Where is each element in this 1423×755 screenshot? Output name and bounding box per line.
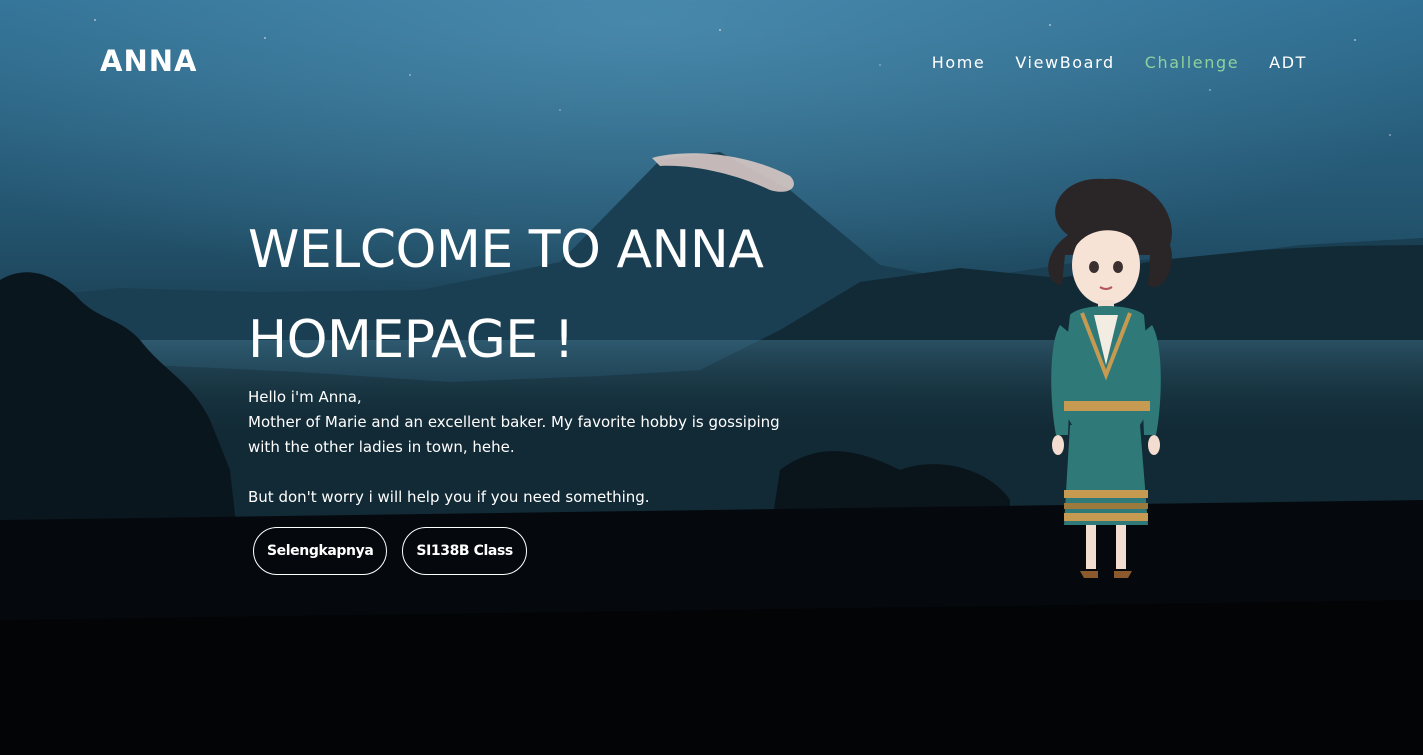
hero-title-line2: HOMEPAGE ! (248, 310, 574, 370)
hero-title: WELCOME TO ANNA HOMEPAGE ! (248, 205, 868, 385)
brand-logo[interactable]: ANNA (100, 44, 197, 78)
hero-help-text: But don't worry i will help you if you n… (248, 488, 650, 506)
nav-link-viewboard[interactable]: ViewBoard (1015, 53, 1114, 72)
hero-title-line1: WELCOME TO ANNA (248, 220, 764, 280)
navbar: ANNA Home ViewBoard Challenge ADT (0, 0, 1423, 130)
hero-bio-line2: with the other ladies in town, hehe. (248, 438, 515, 456)
anna-character-illustration (1048, 178, 1172, 578)
selengkapnya-button[interactable]: Selengkapnya (253, 527, 388, 575)
nav-link-home[interactable]: Home (932, 53, 986, 72)
hero-section: WELCOME TO ANNA HOMEPAGE ! Hello i'm Ann… (248, 205, 868, 510)
hero-bio-line1: Mother of Marie and an excellent baker. … (248, 413, 780, 431)
nav-link-challenge[interactable]: Challenge (1145, 53, 1239, 72)
nav-links: Home ViewBoard Challenge ADT (932, 53, 1307, 72)
nav-link-adt[interactable]: ADT (1269, 53, 1307, 72)
class-button[interactable]: SI138B Class (402, 527, 527, 575)
homepage: ANNA Home ViewBoard Challenge ADT WELCOM… (0, 0, 1423, 755)
hero-buttons: Selengkapnya SI138B Class (253, 527, 527, 575)
hero-greeting: Hello i'm Anna, (248, 388, 362, 406)
